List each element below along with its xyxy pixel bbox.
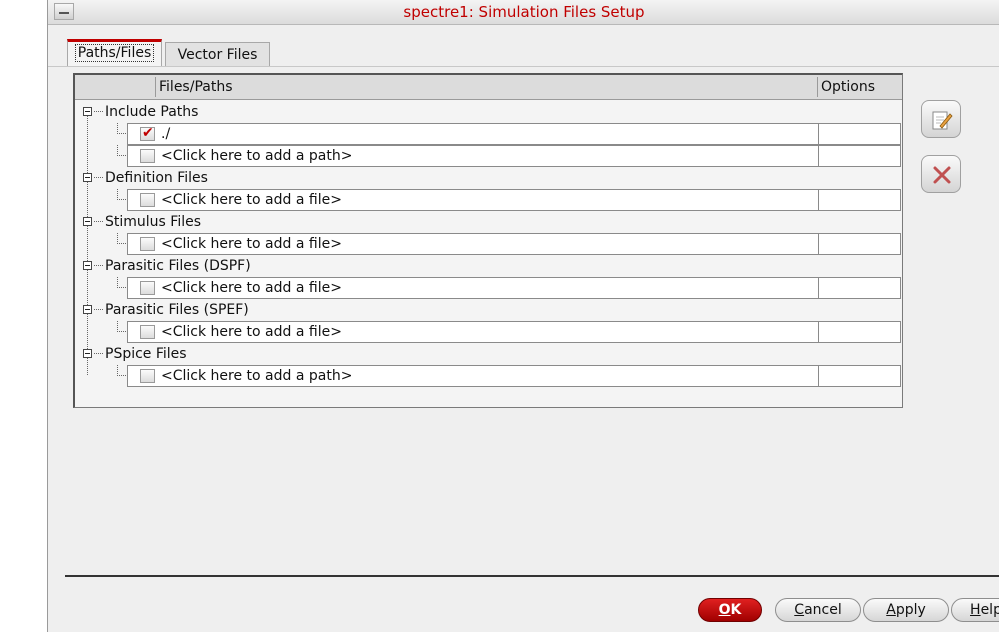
file-cell[interactable]: <Click here to add a file>: [127, 321, 819, 343]
column-header-options[interactable]: Options: [821, 79, 875, 95]
tree-header: Files/Paths Options: [75, 75, 902, 100]
title-bar[interactable]: spectre1: Simulation Files Setup: [48, 0, 999, 25]
group-label: Parasitic Files (SPEF): [105, 302, 249, 318]
collapse-icon[interactable]: [83, 217, 92, 226]
include-checkbox[interactable]: [140, 281, 155, 295]
column-header-files-paths[interactable]: Files/Paths: [159, 79, 233, 95]
include-checkbox[interactable]: [140, 149, 155, 163]
file-cell[interactable]: <Click here to add a file>: [127, 233, 819, 255]
edit-button[interactable]: [921, 100, 961, 138]
cancel-button[interactable]: Cancel: [775, 598, 861, 622]
path-cell[interactable]: ./: [127, 123, 819, 145]
collapse-icon[interactable]: [83, 173, 92, 182]
include-checkbox[interactable]: [140, 369, 155, 383]
add-file-placeholder: <Click here to add a file>: [161, 280, 342, 296]
delete-button[interactable]: [921, 155, 961, 193]
add-path-placeholder: <Click here to add a path>: [161, 368, 353, 384]
add-file-placeholder: <Click here to add a file>: [161, 192, 342, 208]
group-label: Include Paths: [105, 104, 199, 120]
tree-item[interactable]: <Click here to add a file>: [75, 277, 902, 299]
tree-group-include-paths[interactable]: Include Paths: [75, 101, 902, 123]
options-cell[interactable]: [819, 365, 901, 387]
tree-group-stimulus-files[interactable]: Stimulus Files: [75, 211, 902, 233]
collapse-icon[interactable]: [83, 349, 92, 358]
include-checkbox[interactable]: [140, 193, 155, 207]
options-cell[interactable]: [819, 233, 901, 255]
tree-group-parasitic-spef[interactable]: Parasitic Files (SPEF): [75, 299, 902, 321]
group-label: Parasitic Files (DSPF): [105, 258, 251, 274]
tree-item[interactable]: <Click here to add a file>: [75, 233, 902, 255]
ok-button[interactable]: OK: [698, 598, 762, 622]
file-cell[interactable]: <Click here to add a file>: [127, 189, 819, 211]
include-checkbox[interactable]: [140, 237, 155, 251]
include-checkbox[interactable]: [140, 125, 155, 141]
options-cell[interactable]: [819, 145, 901, 167]
options-cell[interactable]: [819, 321, 901, 343]
tab-paths-files[interactable]: Paths/Files: [67, 39, 162, 66]
add-file-placeholder: <Click here to add a file>: [161, 236, 342, 252]
collapse-icon[interactable]: [83, 305, 92, 314]
footer-divider: [65, 575, 999, 577]
group-label: PSpice Files: [105, 346, 187, 362]
header-separator[interactable]: [817, 77, 818, 97]
tree-group-parasitic-dspf[interactable]: Parasitic Files (DSPF): [75, 255, 902, 277]
group-label: Definition Files: [105, 170, 208, 186]
help-button[interactable]: Help: [951, 598, 999, 622]
collapse-icon[interactable]: [83, 261, 92, 270]
options-cell[interactable]: [819, 277, 901, 299]
tree-item[interactable]: <Click here to add a file>: [75, 189, 902, 211]
tab-vector-files[interactable]: Vector Files: [165, 42, 270, 66]
add-path-placeholder: <Click here to add a path>: [161, 148, 353, 164]
collapse-icon[interactable]: [83, 107, 92, 116]
tree-item[interactable]: <Click here to add a path>: [75, 145, 902, 167]
tree-group-definition-files[interactable]: Definition Files: [75, 167, 902, 189]
path-text: ./: [161, 126, 171, 142]
delete-icon: [933, 166, 951, 184]
add-file-placeholder: <Click here to add a file>: [161, 324, 342, 340]
path-cell[interactable]: <Click here to add a path>: [127, 365, 819, 387]
file-cell[interactable]: <Click here to add a file>: [127, 277, 819, 299]
window-title: spectre1: Simulation Files Setup: [403, 3, 645, 21]
options-cell[interactable]: [819, 123, 901, 145]
tree-item[interactable]: <Click here to add a path>: [75, 365, 902, 387]
header-separator[interactable]: [155, 77, 156, 97]
tree-item[interactable]: <Click here to add a file>: [75, 321, 902, 343]
path-cell[interactable]: <Click here to add a path>: [127, 145, 819, 167]
apply-button[interactable]: Apply: [863, 598, 949, 622]
edit-icon: [932, 111, 953, 130]
group-label: Stimulus Files: [105, 214, 202, 230]
files-paths-tree[interactable]: Files/Paths Options Include Paths ./ <Cl…: [73, 73, 903, 408]
include-checkbox[interactable]: [140, 325, 155, 339]
options-cell[interactable]: [819, 189, 901, 211]
tree-group-pspice-files[interactable]: PSpice Files: [75, 343, 902, 365]
tab-panel-border: [48, 66, 999, 67]
simulation-files-setup-window: spectre1: Simulation Files Setup Paths/F…: [47, 0, 999, 632]
tree-item[interactable]: ./: [75, 123, 902, 145]
